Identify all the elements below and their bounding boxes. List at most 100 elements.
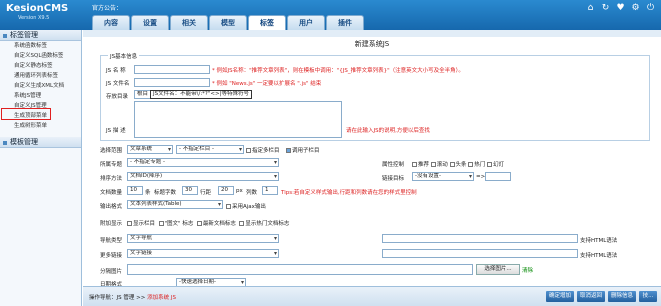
cols-label: 列数: [246, 190, 258, 196]
heart-icon[interactable]: ♥: [616, 4, 625, 13]
more-label: 更多链接: [100, 253, 123, 259]
row-input[interactable]: 20: [218, 186, 234, 195]
sub-column-text: 调用子栏目: [292, 148, 320, 154]
output-label: 输出格式: [100, 204, 123, 210]
attr-slide: 幻灯: [493, 162, 505, 168]
notice-label: 官方公告：: [92, 5, 123, 12]
multi-column-checkbox[interactable]: [246, 148, 251, 153]
tab-users[interactable]: 用户: [287, 15, 325, 30]
tab-content[interactable]: 内容: [92, 15, 130, 30]
sidebar-item-system-js[interactable]: 系统JS管理: [0, 91, 81, 101]
pick-image-button[interactable]: 选择图片...: [476, 264, 520, 275]
top-bar: KesionCMS Version X9.5 官方公告： 内容 设置 相关 模型…: [0, 0, 661, 30]
delete-info-button[interactable]: 删除信息: [608, 291, 636, 302]
footer-nav-path[interactable]: JS 管理 >>: [117, 295, 148, 301]
attr-scroll: 滚动: [436, 162, 448, 168]
sidebar-item-system-function[interactable]: 系统函数标签: [0, 41, 81, 51]
home-icon[interactable]: ⌂: [586, 4, 595, 13]
sidebar-item-static-tag[interactable]: 自定义静态标签: [0, 61, 81, 71]
ajax-option[interactable]: 采用Ajax输出: [226, 202, 266, 210]
sidebar-item-sql-function[interactable]: 自定义SQL函数标签: [0, 51, 81, 61]
target-select[interactable]: -没有设置-: [412, 172, 474, 181]
nav-select[interactable]: 文字导航: [127, 234, 279, 243]
content-top-strip: [83, 30, 661, 37]
attr-checkbox-scroll[interactable]: [430, 162, 436, 167]
confirm-add-button[interactable]: 确定增加: [546, 291, 574, 302]
output-select[interactable]: 文本列表样式(Table): [127, 200, 223, 209]
sidebar: 标签管理 系统函数标签 自定义SQL函数标签 自定义静态标签 通用循环列表标签 …: [0, 30, 82, 306]
row-unit: px: [236, 188, 243, 194]
clear-link[interactable]: 清除: [522, 266, 533, 274]
dir-tooltip: JS文件名：不能带\/:*?"<>|等特殊符号: [150, 90, 252, 99]
attr-checkbox-recommend[interactable]: [412, 162, 417, 167]
multi-column-option[interactable]: 指定多栏目: [246, 146, 280, 154]
gear-icon[interactable]: ⚙: [631, 4, 640, 13]
top-icons: ⌂ ↻ ♥ ⚙ ⏻: [586, 4, 655, 13]
ajax-checkbox[interactable]: [226, 204, 231, 209]
more-button[interactable]: 技...: [639, 291, 657, 302]
attr-label: 属性控制: [382, 162, 405, 168]
extra-label: 附加显示: [100, 221, 123, 227]
tab-settings[interactable]: 设置: [131, 15, 169, 30]
sidebar-section-templates[interactable]: 模板管理: [0, 137, 81, 148]
module-select[interactable]: 文章系统: [127, 145, 173, 154]
title-len-input[interactable]: 30: [182, 186, 198, 195]
tab-model[interactable]: 模型: [209, 15, 247, 30]
nav-label: 导航类型: [100, 238, 123, 244]
special-select[interactable]: - 不指定专题 -: [127, 158, 279, 167]
column-select[interactable]: - 不指定栏目 -: [176, 145, 244, 154]
target-label: 链接目标: [382, 176, 405, 182]
tab-tags[interactable]: 标签: [248, 15, 286, 30]
refresh-icon[interactable]: ↻: [601, 4, 610, 13]
extra-checkbox-hot[interactable]: [239, 221, 245, 226]
more-select[interactable]: 文字链接: [127, 249, 279, 258]
attr-checkbox-headline[interactable]: [449, 162, 455, 167]
nav-html-note: 支持HTML语法: [580, 238, 618, 244]
attr-recommend: 推荐: [418, 162, 430, 168]
target-input[interactable]: [485, 172, 511, 181]
js-name-hint: * 例如JS名称："推荐文章列表"，则在模板中调用："{JS_推荐文章列表}"（…: [212, 68, 464, 74]
row-label: 行距: [200, 190, 212, 196]
sub-column-option[interactable]: 调用子栏目: [286, 146, 320, 154]
more-input[interactable]: [382, 249, 578, 258]
order-label: 排序方法: [100, 176, 123, 182]
js-name-input[interactable]: [134, 65, 210, 74]
count-label: 文档数量: [100, 190, 123, 196]
extra-hot: 显示热门文档标志: [245, 221, 290, 227]
sub-column-checkbox[interactable]: [286, 148, 291, 153]
power-icon[interactable]: ⏻: [646, 4, 655, 13]
sep-label: 分隔图片: [100, 269, 123, 275]
special-label: 所属专题: [100, 162, 123, 168]
sidebar-section-tags[interactable]: 标签管理: [0, 30, 81, 41]
desc-textarea[interactable]: [134, 101, 342, 138]
column-label: 选择范围: [100, 148, 123, 154]
extra-checkbox-image[interactable]: [158, 221, 164, 226]
extra-options: 显示栏目 "图文" 标志 最新文档标志 显示热门文档标志: [127, 219, 289, 227]
footer-nav-label: 操作导航：: [89, 295, 117, 301]
js-file-input[interactable]: [134, 78, 210, 87]
extra-checkbox-column[interactable]: [127, 221, 132, 226]
nav-input[interactable]: [382, 234, 578, 243]
sidebar-item-loop-list[interactable]: 通用循环列表标签: [0, 71, 81, 81]
extra-new: 最新文档标志: [202, 221, 236, 227]
attr-checkbox-hot[interactable]: [468, 162, 474, 167]
footer-nav-current: 添加系统 JS: [147, 295, 176, 301]
sidebar-item-xml[interactable]: 自定义生成XML文档: [0, 81, 81, 91]
attr-options: 推荐 滚动 头条 热门 幻灯: [412, 160, 504, 168]
cancel-return-button[interactable]: 取消返回: [577, 291, 605, 302]
sidebar-item-tree-menu[interactable]: 生成树形菜单: [0, 121, 81, 131]
cols-input[interactable]: 1: [262, 186, 278, 195]
main-tabs: 内容 设置 相关 模型 标签 用户 插件: [92, 15, 364, 30]
attr-checkbox-slide[interactable]: [487, 162, 493, 167]
highlight-box: [1, 108, 51, 120]
order-select[interactable]: 文档ID(降序): [127, 172, 279, 181]
sep-input[interactable]: [127, 264, 473, 275]
extra-image: "图文" 标志: [164, 221, 194, 227]
title-len-label: 标题字数: [154, 190, 177, 196]
attr-hot: 热门: [474, 162, 486, 168]
tab-related[interactable]: 相关: [170, 15, 208, 30]
count-input[interactable]: 10: [127, 186, 143, 195]
tab-plugins[interactable]: 插件: [326, 15, 364, 30]
footer-nav: 操作导航：JS 管理 >> 添加系统 JS: [89, 293, 176, 301]
extra-checkbox-new[interactable]: [196, 221, 202, 226]
